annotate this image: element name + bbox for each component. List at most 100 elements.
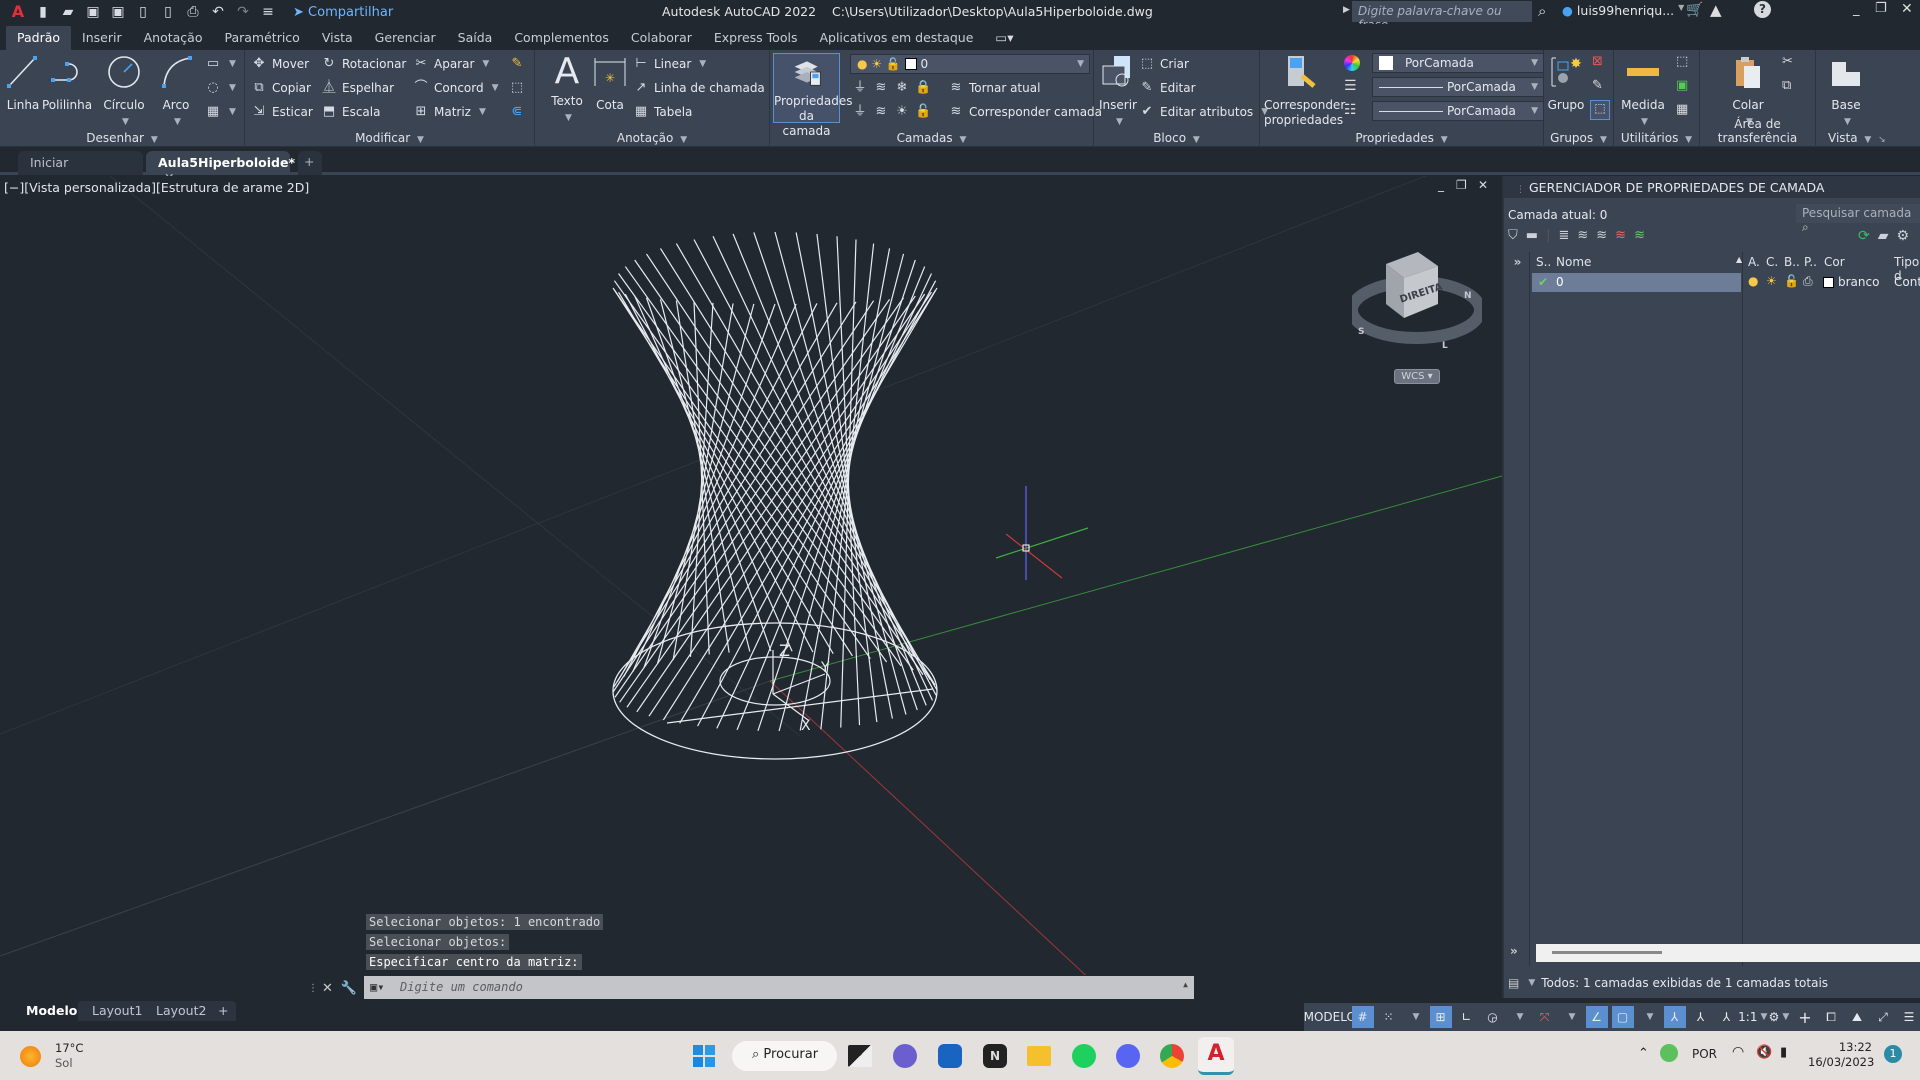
user-account[interactable]: ● luis99henriqu... ▼: [1562, 3, 1684, 18]
select-all-icon[interactable]: ▣: [1676, 78, 1688, 93]
expand-filter-icon[interactable]: »: [1514, 255, 1522, 269]
edit-block-button[interactable]: ✎ Editar: [1139, 78, 1196, 98]
ellipse-button[interactable]: ◌ ▼: [205, 78, 236, 98]
viewport-restore-icon[interactable]: ❐: [1456, 178, 1467, 192]
rectangle-button[interactable]: ▭ ▼: [205, 54, 236, 74]
column-plot[interactable]: P..: [1804, 255, 1817, 269]
snap-menu[interactable]: ▼: [1404, 1006, 1426, 1028]
object-snap-tracking-toggle[interactable]: ∠: [1585, 1006, 1608, 1028]
layer-dropdown[interactable]: ● ☀ 🔓 0 ▼: [850, 54, 1090, 74]
isodraft-toggle[interactable]: ⤧: [1534, 1006, 1556, 1028]
teams-chat-icon[interactable]: [893, 1044, 917, 1068]
panel-title-utilities[interactable]: Utilitários ▼: [1614, 131, 1699, 145]
array-button[interactable]: ⊞ Matriz ▼: [413, 102, 486, 122]
tab-parametrico[interactable]: Paramétrico: [213, 26, 310, 50]
hatch-button[interactable]: ▦ ▼: [205, 102, 236, 122]
redo-icon[interactable]: ↷: [235, 4, 251, 20]
autocad-taskbar-icon[interactable]: A: [1198, 1037, 1234, 1075]
polyline-button[interactable]: Polilinha: [42, 54, 92, 113]
tab-padrao[interactable]: Padrão: [6, 26, 72, 50]
calculator-icon[interactable]: ▦: [1676, 102, 1688, 117]
group-button[interactable]: ✸ Grupo: [1546, 54, 1586, 113]
tab-layout2[interactable]: Layout2: [142, 1001, 221, 1021]
panel-title-block[interactable]: Bloco ▼: [1094, 131, 1259, 145]
copy-clip-icon[interactable]: ⧉: [1782, 78, 1791, 93]
drag-handle-icon[interactable]: ⋮: [308, 983, 318, 994]
delete-layer-icon[interactable]: ≋: [1615, 228, 1626, 243]
minimize-icon[interactable]: _: [1853, 2, 1860, 17]
share-button[interactable]: ➤ Compartilhar: [293, 5, 393, 20]
panel-title-layers[interactable]: Camadas ▼: [770, 131, 1093, 145]
customize-status-bar-button[interactable]: ☰: [1898, 1006, 1920, 1028]
layer-states-icon[interactable]: ≣: [1558, 228, 1569, 243]
layer-unlock-icon[interactable]: 🔓: [915, 104, 931, 120]
group-select-icon[interactable]: ⬚: [1590, 100, 1610, 120]
base-view-button[interactable]: Base ▼: [1826, 54, 1866, 130]
table-button[interactable]: ▦ Tabela: [633, 102, 693, 122]
tab-saida[interactable]: Saída: [447, 26, 504, 50]
annotation-monitor-button[interactable]: +: [1794, 1006, 1816, 1028]
close-command-icon[interactable]: ✕: [322, 981, 333, 996]
tab-aplicativos[interactable]: Aplicativos em destaque: [808, 26, 984, 50]
layer-thawed-icon[interactable]: ☀: [1766, 274, 1777, 288]
quick-select-icon[interactable]: ⬚: [1676, 54, 1688, 69]
taskbar-search[interactable]: ⌕ Procurar: [732, 1041, 837, 1071]
open-web-icon[interactable]: ▯: [135, 4, 151, 20]
ortho-toggle[interactable]: ∟: [1456, 1006, 1478, 1028]
layer-settings-icon[interactable]: ▰: [1878, 228, 1889, 244]
restore-icon[interactable]: ❐: [1875, 1, 1887, 16]
palette-title-bar[interactable]: ⋮ GERENCIADOR DE PROPRIEDADES DE CAMADA: [1504, 176, 1920, 198]
show-hidden-icons[interactable]: ⌃: [1638, 1046, 1649, 1061]
stretch-button[interactable]: ⇲ Esticar: [251, 102, 313, 122]
move-button[interactable]: ✥ Mover: [251, 54, 310, 74]
cart-icon[interactable]: 🛒: [1686, 2, 1703, 18]
fillet-button[interactable]: ⌒ Concord ▼: [413, 78, 498, 98]
viewport-controls-label[interactable]: [−][Vista personalizada][Estrutura de ar…: [4, 180, 309, 195]
model-space-canvas[interactable]: Z Y X: [0, 176, 1502, 998]
command-input[interactable]: ▣▾ Digite um comando ▲: [364, 976, 1194, 1000]
layer-color-name[interactable]: branco: [1838, 275, 1879, 289]
tab-complementos[interactable]: Complementos: [503, 26, 620, 50]
snap-toggle[interactable]: ⁙: [1378, 1006, 1400, 1028]
workspace-button[interactable]: ⚙ ▼: [1768, 1006, 1790, 1028]
save-icon[interactable]: ▣: [85, 4, 101, 20]
column-on[interactable]: A.: [1748, 255, 1760, 269]
text-button[interactable]: A Texto ▼: [547, 54, 587, 126]
new-icon[interactable]: ▮: [35, 4, 51, 20]
autocad-menu-icon[interactable]: A: [10, 4, 26, 20]
tab-colaborar[interactable]: Colaborar: [620, 26, 703, 50]
trim-button[interactable]: ✂ Aparar ▼: [413, 54, 490, 74]
tab-express-tools[interactable]: Express Tools: [703, 26, 809, 50]
panel-title-clipboard[interactable]: Área de transferência: [1700, 117, 1815, 145]
layer-row[interactable]: ✔ 0 ● ☀ 🔓 ⎙ branco Conti: [1532, 273, 1920, 292]
layer-on-all-icon[interactable]: ⏚: [852, 104, 868, 120]
match-layer-button[interactable]: ≋ Corresponder camada: [948, 102, 1102, 122]
discord-icon[interactable]: [1116, 1044, 1140, 1068]
panel-title-view[interactable]: Vista ▼ ↘: [1816, 131, 1920, 145]
set-current-icon[interactable]: ≋: [1634, 228, 1645, 243]
battery-icon[interactable]: ▮: [1780, 1045, 1787, 1060]
viewport-close-icon[interactable]: ✕: [1478, 178, 1488, 192]
filter-icon[interactable]: ▤: [1508, 976, 1519, 990]
help-search-input[interactable]: Digite palavra-chave ou frase: [1352, 1, 1532, 32]
mirror-button[interactable]: ⏅ Espelhar: [321, 78, 394, 98]
copy-button[interactable]: ⧉ Copiar: [251, 78, 311, 98]
layer-linetype[interactable]: Conti: [1894, 275, 1920, 289]
start-button[interactable]: [693, 1045, 715, 1067]
layer-match-icon[interactable]: ≋: [873, 80, 889, 96]
ungroup-icon[interactable]: ⊠: [1592, 54, 1603, 69]
task-view-icon[interactable]: [848, 1045, 872, 1067]
panel-title-annotation[interactable]: Anotação ▼: [535, 131, 769, 145]
new-layout-button[interactable]: +: [210, 1001, 237, 1021]
layer-freeze-icon[interactable]: ❄: [894, 80, 910, 96]
new-group-filter-icon[interactable]: ▬: [1526, 228, 1538, 243]
measure-button[interactable]: Medida ▼: [1620, 54, 1666, 130]
horizontal-scrollbar[interactable]: [1536, 944, 1920, 962]
rotate-button[interactable]: ↻ Rotacionar: [321, 54, 407, 74]
column-color[interactable]: Cor: [1824, 255, 1845, 269]
layer-plot-icon[interactable]: ⎙: [1803, 274, 1813, 289]
microsoft-store-icon[interactable]: [938, 1044, 962, 1068]
drawing-viewport[interactable]: Z Y X [−][Vista personalizada][Estrutura d…: [0, 176, 1502, 998]
auto-scale-toggle[interactable]: ⅄: [1690, 1006, 1712, 1028]
model-space-toggle[interactable]: MODELO: [1304, 1006, 1356, 1028]
